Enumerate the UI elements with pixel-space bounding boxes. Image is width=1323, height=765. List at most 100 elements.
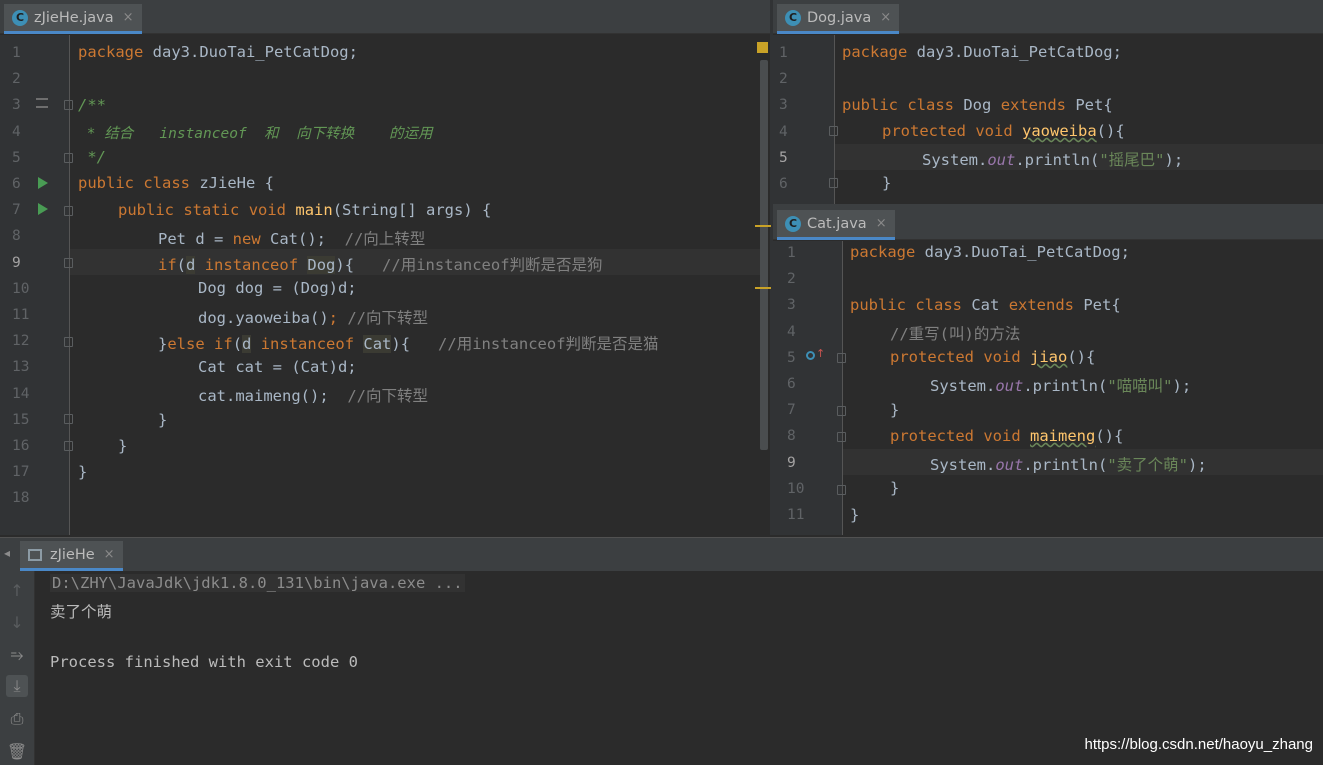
code-line-17[interactable]: }	[78, 463, 87, 481]
error-stripe-mark[interactable]	[755, 287, 771, 289]
line-number[interactable]: 11	[12, 307, 29, 323]
code-line-1[interactable]: package day3.DuoTai_PetCatDog;	[850, 243, 1130, 261]
override-icon[interactable]	[806, 351, 815, 360]
line-number[interactable]: 1	[787, 245, 796, 261]
fold-icon[interactable]	[64, 337, 73, 347]
line-number[interactable]: 5	[787, 350, 796, 366]
tab-zjiehe-java[interactable]: C zJieHe.java ×	[4, 4, 142, 34]
vertical-scrollbar[interactable]	[760, 60, 768, 450]
line-number[interactable]: 8	[787, 428, 796, 444]
code-line-3[interactable]: /**	[78, 96, 106, 114]
console-command-line[interactable]: D:\ZHY\JavaJdk\jdk1.8.0_131\bin\java.exe…	[50, 574, 465, 592]
code-line-3[interactable]: public class Cat extends Pet{	[850, 296, 1121, 314]
code-line-14[interactable]: cat.maimeng(); //向下转型	[198, 384, 428, 406]
code-line-8[interactable]: protected void maimeng(){	[890, 427, 1123, 445]
fold-icon[interactable]	[64, 153, 73, 163]
code-line-4[interactable]: protected void yaoweiba(){	[882, 122, 1125, 140]
code-line-7[interactable]: public static void main(String[] args) {	[118, 201, 491, 219]
line-number[interactable]: 3	[12, 97, 21, 113]
line-number[interactable]: 1	[779, 45, 788, 61]
line-number[interactable]: 15	[12, 412, 29, 428]
tab-dog-java[interactable]: C Dog.java ×	[777, 4, 900, 34]
fold-icon[interactable]	[829, 126, 838, 136]
line-number[interactable]: 7	[787, 402, 796, 418]
fold-icon[interactable]	[837, 406, 846, 416]
code-line-6[interactable]: public class zJieHe {	[78, 174, 274, 192]
line-number[interactable]: 4	[12, 124, 21, 140]
close-icon[interactable]: ×	[104, 547, 115, 562]
line-number[interactable]: 3	[779, 97, 788, 113]
tab-cat-java[interactable]: C Cat.java ×	[777, 210, 895, 240]
line-number[interactable]: 3	[787, 297, 796, 313]
code-line-3[interactable]: public class Dog extends Pet{	[842, 96, 1113, 114]
code-line-4[interactable]: * 结合 instanceof 和 向下转换 的运用	[78, 122, 433, 143]
line-number[interactable]: 10	[787, 481, 804, 497]
line-number[interactable]: 14	[12, 386, 29, 402]
fold-icon[interactable]	[837, 432, 846, 442]
code-line-11[interactable]: }	[850, 506, 859, 524]
close-icon[interactable]: ×	[880, 10, 891, 25]
code-line-1[interactable]: package day3.DuoTai_PetCatDog;	[842, 43, 1122, 61]
line-number[interactable]: 13	[12, 359, 29, 375]
run-icon[interactable]	[38, 177, 48, 189]
code-line-9[interactable]: if(d instanceof Dog){ //用instanceof判断是否是…	[158, 253, 603, 275]
soft-wrap-icon[interactable]: ⥱	[6, 644, 28, 666]
line-number[interactable]: 7	[12, 202, 21, 218]
line-number[interactable]: 16	[12, 438, 29, 454]
line-number[interactable]: 10	[12, 281, 29, 297]
line-number[interactable]: 2	[12, 71, 21, 87]
code-line-6[interactable]: }	[882, 174, 891, 192]
code-line-12[interactable]: }else if(d instanceof Cat){ //用instanceo…	[158, 332, 659, 354]
line-number[interactable]: 9	[787, 455, 796, 471]
editor-zjiehe[interactable]: C zJieHe.java × 1 2 3 4 5 6 7 8 9 10 11 12 13 14 15 16 1…	[0, 0, 770, 535]
fold-icon[interactable]	[64, 441, 73, 451]
scroll-to-end-icon[interactable]: ⤓	[6, 675, 28, 697]
line-number[interactable]: 2	[779, 71, 788, 87]
line-number[interactable]: 4	[779, 124, 788, 140]
fold-icon[interactable]	[837, 485, 846, 495]
arrow-up-icon[interactable]: ↑	[6, 579, 28, 601]
fold-icon[interactable]	[64, 258, 73, 268]
line-number[interactable]: 6	[12, 176, 21, 192]
code-line-4[interactable]: //重写(叫)的方法	[890, 322, 1020, 344]
code-line-15[interactable]: }	[158, 411, 167, 429]
close-icon[interactable]: ×	[123, 10, 134, 25]
code-line-8[interactable]: Pet d = new Cat(); //向上转型	[158, 227, 425, 249]
error-stripe-mark[interactable]	[755, 225, 771, 227]
more-icon[interactable]: ◂	[4, 546, 10, 560]
line-number[interactable]: 5	[12, 150, 21, 166]
code-line-10[interactable]: Dog dog = (Dog)d;	[198, 279, 357, 297]
warning-marker[interactable]	[757, 42, 768, 53]
run-icon[interactable]	[38, 203, 48, 215]
line-number[interactable]: 2	[787, 271, 796, 287]
line-number[interactable]: 17	[12, 464, 29, 480]
line-number[interactable]: 1	[12, 45, 21, 61]
fold-icon[interactable]	[837, 353, 846, 363]
code-line-16[interactable]: }	[118, 437, 127, 455]
trash-icon[interactable]: 🗑	[6, 740, 28, 762]
fold-icon[interactable]	[64, 206, 73, 216]
code-line-10[interactable]: }	[890, 479, 899, 497]
code-line-9[interactable]: System.out.println("卖了个萌");	[930, 453, 1207, 475]
print-icon[interactable]: ⎙	[6, 708, 28, 730]
fold-icon[interactable]	[64, 100, 73, 110]
editor-dog[interactable]: C Dog.java × 1 2 3 4 5 6 package day3.DuoTai_…	[773, 0, 1323, 204]
line-number[interactable]: 4	[787, 324, 796, 340]
fold-icon[interactable]	[829, 178, 838, 188]
line-number[interactable]: 9	[12, 255, 21, 271]
fold-icon[interactable]	[64, 414, 73, 424]
code-line-1[interactable]: package day3.DuoTai_PetCatDog;	[78, 43, 358, 61]
code-line-5[interactable]: */	[78, 148, 106, 166]
code-line-13[interactable]: Cat cat = (Cat)d;	[198, 358, 357, 376]
line-number[interactable]: 6	[787, 376, 796, 392]
line-number[interactable]: 8	[12, 228, 21, 244]
line-number[interactable]: 12	[12, 333, 29, 349]
code-line-6[interactable]: System.out.println("喵喵叫");	[930, 374, 1191, 396]
code-line-7[interactable]: }	[890, 401, 899, 419]
arrow-down-icon[interactable]: ↓	[6, 611, 28, 633]
line-number[interactable]: 5	[779, 150, 788, 166]
line-number[interactable]: 11	[787, 507, 804, 523]
code-line-5[interactable]: protected void jiao(){	[890, 348, 1095, 366]
close-icon[interactable]: ×	[876, 216, 887, 231]
code-line-11[interactable]: dog.yaoweiba(); //向下转型	[198, 306, 428, 328]
